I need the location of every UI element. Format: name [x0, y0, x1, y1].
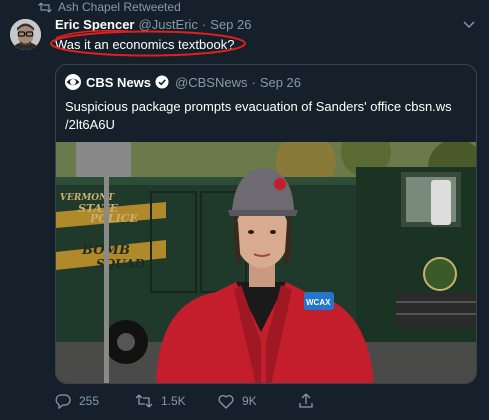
separator-dot: ·	[251, 74, 256, 90]
share-icon	[299, 393, 313, 408]
quoted-author-handle[interactable]: @CBSNews	[175, 75, 247, 90]
quoted-author-name[interactable]: CBS News	[86, 75, 151, 90]
cbs-eye-icon	[65, 74, 81, 90]
like-icon	[218, 394, 234, 409]
quoted-tweet-card[interactable]: CBS News @CBSNews · Sep 26 Suspicious pa…	[55, 64, 477, 384]
share-button[interactable]	[299, 392, 321, 410]
retweet-count: 1.5K	[161, 394, 186, 408]
reply-icon	[55, 394, 71, 409]
quoted-tweet-text: Suspicious package prompts evacuation of…	[65, 98, 465, 134]
verified-badge-icon	[155, 75, 169, 89]
mic-flag-text: WCAX	[306, 298, 331, 307]
quoted-tweet-line-1: Suspicious package prompts evacuation of…	[65, 99, 452, 114]
quoted-tweet-header: CBS News @CBSNews · Sep 26	[65, 74, 301, 90]
retweet-context-text: Ash Chapel Retweeted	[58, 0, 181, 14]
truck-text-police: POLICE	[89, 212, 138, 225]
like-button[interactable]: 9K	[218, 392, 257, 410]
reply-count: 255	[79, 394, 100, 408]
quoted-tweet-link[interactable]: /2lt6A6U	[65, 116, 465, 134]
chevron-down-icon[interactable]	[463, 21, 475, 29]
quoted-tweet-photo[interactable]: VERMONT STATE POLICE BOMB SQUAD	[56, 142, 477, 384]
truck-text-squad: SQUAD	[96, 257, 146, 271]
quoted-tweet-date[interactable]: Sep 26	[260, 75, 301, 90]
avatar[interactable]	[10, 19, 41, 50]
retweet-icon	[38, 2, 52, 12]
tweet-actions: 255 1.5K 9K	[55, 392, 355, 410]
retweet-icon	[135, 394, 153, 408]
retweet-context[interactable]: Ash Chapel Retweeted	[38, 0, 181, 14]
like-count: 9K	[242, 394, 257, 408]
reply-button[interactable]: 255	[55, 392, 99, 410]
retweet-button[interactable]: 1.5K	[135, 392, 186, 410]
annotation-ellipse	[50, 29, 246, 57]
